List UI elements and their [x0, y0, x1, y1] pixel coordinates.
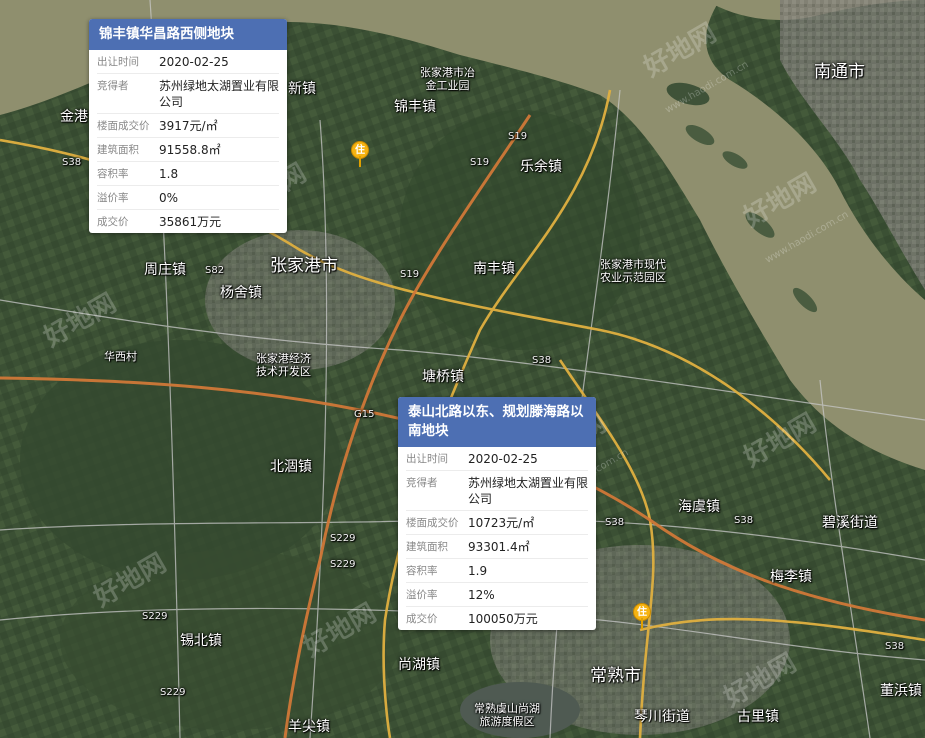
card-row-far: 容积率 1.9	[406, 559, 588, 583]
card-row-winner: 竞得者 苏州绿地太湖置业有限公司	[406, 471, 588, 511]
pin-stem	[359, 156, 361, 167]
field-value: 93301.4㎡	[468, 540, 530, 554]
field-key: 成交价	[97, 216, 129, 228]
card-row-date: 出让时间 2020-02-25	[406, 447, 588, 471]
card-row-floor-price: 楼面成交价 10723元/㎡	[406, 511, 588, 535]
field-value: 91558.8㎡	[159, 143, 221, 157]
parcel-title: 泰山北路以东、规划滕海路以南地块	[398, 397, 596, 447]
card-row-total-price: 成交价 35861万元	[97, 210, 279, 233]
field-key: 容积率	[406, 565, 438, 577]
field-key: 容积率	[97, 168, 129, 180]
card-row-premium: 溢价率 12%	[406, 583, 588, 607]
field-value: 1.8	[159, 167, 179, 181]
field-value: 苏州绿地太湖置业有限公司	[159, 79, 280, 109]
field-key: 楼面成交价	[406, 517, 459, 529]
parcel-info-card[interactable]: 锦丰镇华昌路西侧地块 出让时间 2020-02-25 竞得者 苏州绿地太湖置业有限公…	[89, 19, 287, 233]
field-value: 100050万元	[468, 612, 538, 626]
field-key: 溢价率	[97, 192, 129, 204]
pin-stem	[641, 618, 643, 629]
field-key: 出让时间	[97, 56, 139, 68]
field-key: 竞得者	[97, 80, 129, 92]
field-key: 建筑面积	[406, 541, 448, 553]
field-value: 3917元/㎡	[159, 119, 218, 133]
card-row-area: 建筑面积 91558.8㎡	[97, 138, 279, 162]
parcel-pin-jinfeng[interactable]: 住	[351, 141, 369, 167]
field-value: 2020-02-25	[159, 55, 229, 69]
card-row-date: 出让时间 2020-02-25	[97, 50, 279, 74]
parcel-pin-taishan[interactable]: 住	[633, 603, 651, 629]
field-value: 1.9	[468, 564, 488, 578]
field-key: 出让时间	[406, 453, 448, 465]
field-value: 苏州绿地太湖置业有限公司	[468, 476, 589, 506]
field-value: 2020-02-25	[468, 452, 538, 466]
field-key: 楼面成交价	[97, 120, 150, 132]
card-row-winner: 竞得者 苏州绿地太湖置业有限公司	[97, 74, 279, 114]
parcel-info-card[interactable]: 泰山北路以东、规划滕海路以南地块 出让时间 2020-02-25 竞得者 苏州绿地太…	[398, 397, 596, 630]
field-key: 竞得者	[406, 477, 438, 489]
field-value: 10723元/㎡	[468, 516, 535, 530]
card-row-far: 容积率 1.8	[97, 162, 279, 186]
field-key: 建筑面积	[97, 144, 139, 156]
card-row-total-price: 成交价 100050万元	[406, 607, 588, 630]
field-value: 35861万元	[159, 215, 222, 229]
field-key: 溢价率	[406, 589, 438, 601]
parcel-title: 锦丰镇华昌路西侧地块	[89, 19, 287, 50]
card-row-floor-price: 楼面成交价 3917元/㎡	[97, 114, 279, 138]
card-row-premium: 溢价率 0%	[97, 186, 279, 210]
field-value: 0%	[159, 191, 179, 205]
field-key: 成交价	[406, 613, 438, 625]
card-row-area: 建筑面积 93301.4㎡	[406, 535, 588, 559]
field-value: 12%	[468, 588, 495, 602]
